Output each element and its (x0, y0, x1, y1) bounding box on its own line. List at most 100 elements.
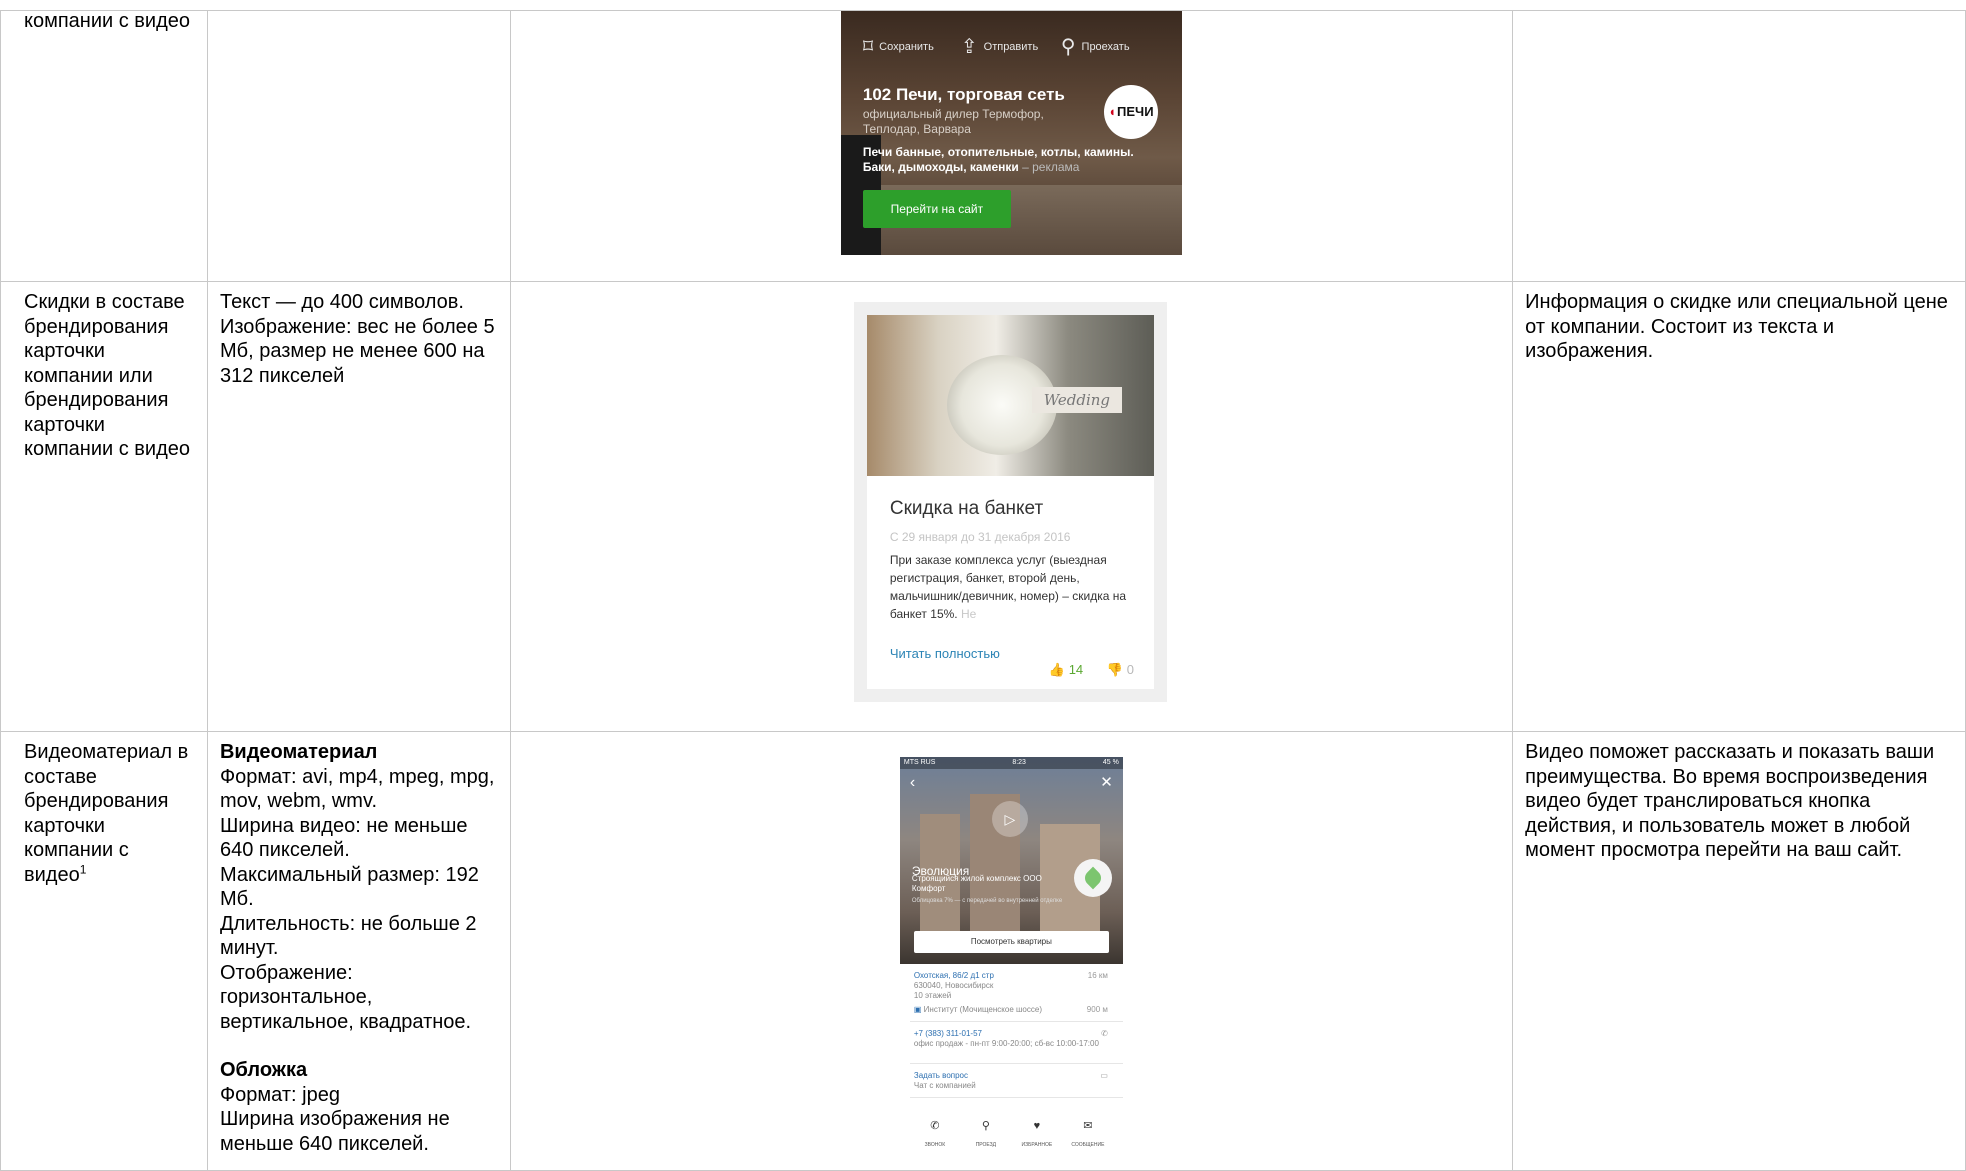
tab-message[interactable]: ✉ СООБЩЕНИЕ (1071, 1119, 1105, 1156)
video-heading: Видеоматериал (220, 740, 498, 765)
metro-name: Институт (Мочищенское шоссе) (923, 1005, 1042, 1014)
share-action[interactable]: ⇪ Отправить (961, 35, 1038, 60)
office-hours: офис продаж - пн-пт 9:00-20:00; сб-вс 10… (913, 1039, 1099, 1048)
distance: 16 км (1087, 971, 1108, 980)
phone-icon: ✆ (930, 1120, 940, 1132)
requirements-block: Видеоматериал Формат: avi, mp4, mpeg, mp… (219, 733, 498, 1157)
phone-screenshot: MTS RUS 8:23 45 % ‹ ✕ ▷ Эволюция Строящи… (899, 757, 1123, 1156)
address-extra: 630040, Новосибирск 10 этажей (913, 981, 994, 1000)
view-apartments-button[interactable]: Посмотреть квартиры (913, 931, 1109, 953)
cell-text: Видео поможет рассказать и показать ваши… (1525, 741, 1935, 861)
phone-icon: ✆ (1101, 1029, 1108, 1038)
leaf-icon (1081, 866, 1105, 890)
tab-label: СООБЩЕНИЕ (1071, 1142, 1105, 1148)
company-title: 102 Печи, торговая сеть (862, 85, 1065, 104)
discount-photo: Wedding (866, 315, 1154, 476)
carrier: MTS RUS (903, 758, 936, 766)
save-action[interactable]: ⌑ Сохранить (863, 35, 934, 60)
req-line: Максимальный размер: 192 Мб. (219, 863, 479, 911)
save-label: Сохранить (879, 41, 934, 53)
cell-image: MTS RUS 8:23 45 % ‹ ✕ ▷ Эволюция Строящи… (509, 731, 1514, 1171)
play-icon: ▷ (1004, 810, 1016, 827)
wedding-sign: Wedding (1031, 387, 1122, 413)
req-line: Ширина изображения не меньше 640 пикселе… (219, 1108, 450, 1155)
dislike-count: 0 (1126, 662, 1134, 677)
req-line: Формат: jpeg (219, 1083, 340, 1106)
cover-heading: Обложка (220, 1058, 498, 1083)
discount-title: Скидка на банкет (889, 498, 1044, 519)
ask-row[interactable]: Задать вопрос ▭ Чат с компанией (914, 1071, 1114, 1091)
like-count: 14 (1068, 662, 1084, 677)
discount-text: При заказе комплекса услуг (выездная рег… (890, 551, 1135, 623)
cover-heading-text: Обложка (219, 1059, 308, 1081)
cell-name: Видеоматериал в составе брендирования ка… (0, 731, 208, 1171)
tab-call[interactable]: ✆ ЗВОНОК (920, 1119, 950, 1156)
ask-question-link: Задать вопрос (913, 1071, 968, 1080)
cell-name: Скидки в составе брендирования карточки … (0, 281, 208, 732)
cell-text: Видеоматериал в составе брендирования ка… (24, 733, 195, 888)
route-icon: ⚲ (981, 1120, 990, 1132)
description-text: Печи банные, отопительные, котлы, камины… (862, 145, 1134, 174)
route-icon: ⚲ (1060, 36, 1076, 59)
cell-requirements: Видеоматериал Формат: avi, mp4, mpeg, mp… (206, 731, 511, 1171)
address-row[interactable]: Охотская, 86/2 д1 стр 16 км 630040, Ново… (914, 971, 1114, 1001)
chat-label: Чат с компанией (913, 1081, 976, 1090)
tab-route[interactable]: ⚲ ПРОЕЗД (971, 1119, 1001, 1156)
complex-logo (1073, 859, 1112, 897)
cell-name-text: Видеоматериал в составе брендирования ка… (24, 741, 189, 886)
phone-number: +7 (383) 311-01-57 (913, 1029, 982, 1038)
play-button[interactable]: ▷ (991, 801, 1028, 837)
tab-label: ИЗБРАННОЕ (1021, 1142, 1053, 1148)
read-more-link[interactable]: Читать полностью (890, 642, 1000, 667)
discount-fade: Не (960, 607, 977, 621)
tab-favorites[interactable]: ♥ ИЗБРАННОЕ (1021, 1119, 1053, 1156)
share-label: Отправить (983, 41, 1039, 53)
time: 8:23 (1012, 758, 1026, 766)
req-line: Длительность: не больше 2 минут. (219, 912, 477, 960)
phone-row[interactable]: +7 (383) 311-01-57 ✆ офис продаж - пн-пт… (914, 1029, 1114, 1049)
cell-text: Информация о скидке или специальной цене… (1525, 291, 1948, 362)
back-icon[interactable]: ‹ (910, 771, 915, 796)
metro-distance: 900 м (1086, 1005, 1108, 1014)
dislike-button[interactable]: 👎 0 (1107, 658, 1134, 683)
cell-description: Видео поможет рассказать и показать ваши… (1512, 731, 1966, 1171)
divider (909, 1063, 1123, 1064)
share-icon: ⇪ (960, 36, 978, 59)
table-row: компании с видео ⌑ Сохранить ⇪ Отправить… (0, 10, 1966, 282)
cell-image: ⌑ Сохранить ⇪ Отправить ⚲ Проехать 102 П… (509, 10, 1514, 282)
cell-text: компании с видео (24, 10, 191, 33)
logo-text: ПЕЧИ (1117, 103, 1154, 119)
company-subtitle: официальный дилер Термофор, Теплодар, Ва… (862, 107, 1044, 136)
cell-text: Текст — до 400 символов. Изображение: ве… (219, 291, 495, 387)
company-description: Печи банные, отопительные, котлы, камины… (863, 145, 1153, 175)
spec-table: компании с видео ⌑ Сохранить ⇪ Отправить… (0, 10, 1966, 1171)
route-action[interactable]: ⚲ Проехать (1061, 35, 1130, 60)
banner-company-card: ⌑ Сохранить ⇪ Отправить ⚲ Проехать 102 П… (840, 11, 1182, 255)
cell-description (1512, 10, 1966, 282)
chat-icon: ▭ (1100, 1071, 1108, 1080)
thumbs-down-icon: 👎 (1106, 662, 1124, 677)
metro-row: ▣ Институт (Мочищенское шоссе) 900 м (914, 1005, 1114, 1015)
discount-card: Wedding Скидка на банкет С 29 января до … (853, 302, 1167, 702)
cell-requirements: Текст — до 400 символов. Изображение: ве… (206, 281, 511, 732)
status-bar: MTS RUS 8:23 45 % (899, 757, 1123, 769)
divider (909, 1021, 1123, 1022)
message-icon: ✉ (1083, 1120, 1093, 1132)
discount-card-inner: Wedding Скидка на банкет С 29 января до … (866, 315, 1154, 689)
address-link: Охотская, 86/2 д1 стр (913, 971, 994, 980)
like-button[interactable]: 👍 14 (1049, 658, 1083, 683)
heart-icon: ♥ (1033, 1120, 1041, 1132)
discount-body: При заказе комплекса услуг (выездная рег… (889, 553, 1127, 621)
video-heading-text: Видеоматериал (219, 741, 378, 763)
req-line: Ширина видео: не меньше 640 пикселей. (219, 814, 468, 862)
req-line: Отображение: горизонтальное, вертикально… (219, 961, 472, 1033)
complex-small-text: Облицовка 7% — с передачей во внутренней… (911, 898, 1063, 904)
close-icon[interactable]: ✕ (1100, 771, 1113, 796)
video-area: MTS RUS 8:23 45 % ‹ ✕ ▷ Эволюция Строящи… (899, 757, 1123, 964)
cell-description: Информация о скидке или специальной цене… (1512, 281, 1966, 732)
ad-label: – реклама (1022, 160, 1080, 174)
go-to-site-button[interactable]: Перейти на сайт (862, 190, 1011, 228)
company-logo: ◖ ПЕЧИ (1103, 85, 1158, 139)
cell-requirements (206, 10, 511, 282)
